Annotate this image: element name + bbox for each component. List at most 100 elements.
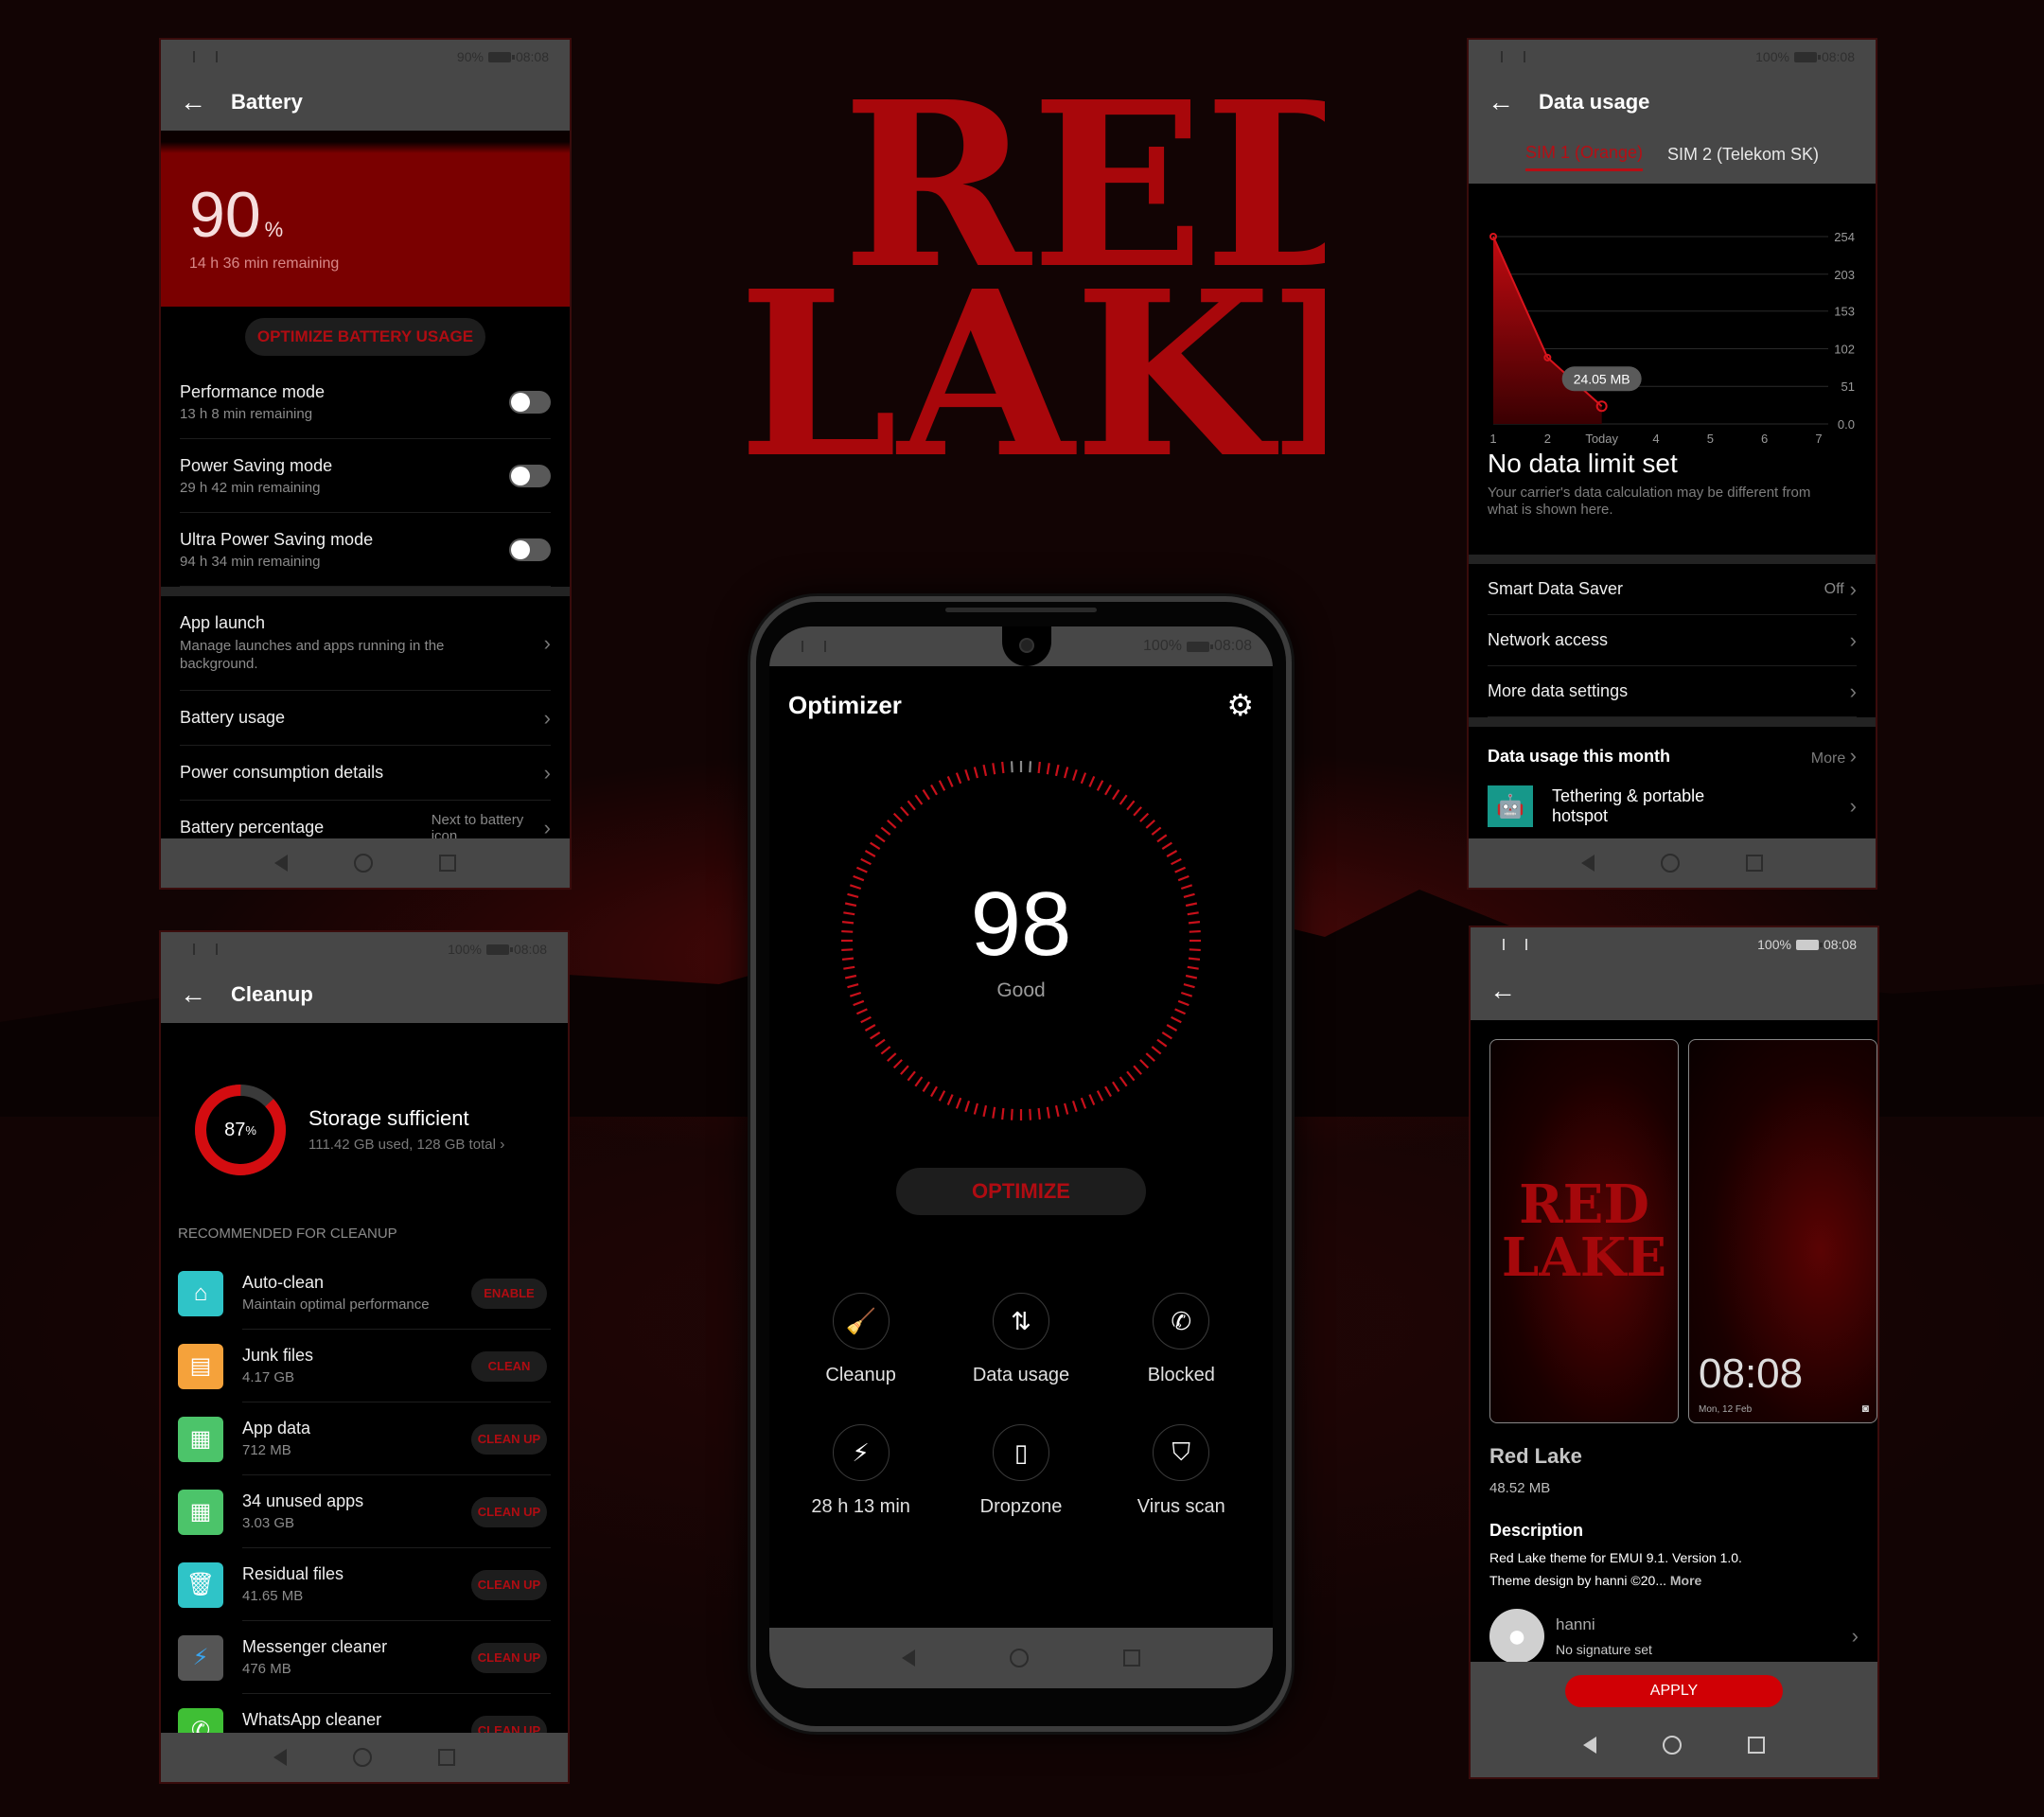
battery-remaining: 14 h 36 min remaining	[189, 256, 340, 272]
cleanup-action-button[interactable]: CLEAN UP	[471, 1569, 547, 1600]
setting-row[interactable]: Battery usage ›	[180, 691, 551, 746]
mode-row[interactable]: Performance mode 13 h 8 min remaining	[180, 365, 551, 439]
nav-recents-icon[interactable]	[438, 1749, 455, 1766]
nav-home-icon[interactable]	[1010, 1649, 1029, 1667]
phone-speaker	[945, 608, 1097, 612]
tool-tile[interactable]: ⛉ Virus scan	[1105, 1424, 1257, 1518]
nav-home-icon[interactable]	[1661, 854, 1680, 873]
nav-home-icon[interactable]	[1663, 1736, 1682, 1755]
author-row[interactable]: ● hanni No signature set ›	[1471, 1609, 1877, 1664]
nav-back-icon[interactable]	[1581, 855, 1595, 872]
data-setting-value: Off	[1824, 580, 1844, 597]
android-icon: 🤖	[1488, 785, 1533, 827]
tool-tile[interactable]: ⚡ 28 h 13 min	[785, 1424, 937, 1518]
mode-toggle[interactable]	[509, 538, 551, 561]
nav-home-icon[interactable]	[354, 854, 373, 873]
x-tick-label: 5	[1707, 432, 1714, 446]
nav-back-icon[interactable]	[273, 1749, 287, 1766]
preview-logo-2: LAKE	[1501, 1226, 1667, 1289]
broom-icon: ⌂	[178, 1270, 223, 1316]
battery-icon	[1186, 641, 1213, 652]
nav-bar	[1469, 838, 1876, 888]
data-setting-row[interactable]: Smart Data Saver Off ›	[1488, 564, 1857, 615]
setting-sub: Manage launches and apps running in the …	[180, 637, 445, 673]
tool-tile[interactable]: ✆ Blocked	[1105, 1293, 1257, 1386]
cleanup-item[interactable]: ▤ Junk files 4.17 GB CLEAN	[161, 1330, 568, 1402]
tool-tile[interactable]: 🧹 Cleanup	[785, 1293, 937, 1386]
month-usage-header[interactable]: Data usage this month More ›	[1469, 727, 1876, 785]
page-title: Optimizer	[788, 690, 902, 719]
logo-line-2: LAKE	[738, 241, 1325, 483]
description-more-link[interactable]: More	[1670, 1573, 1701, 1588]
trash-icon: 🗑	[178, 1561, 223, 1608]
mode-toggle[interactable]	[509, 464, 551, 487]
optimize-button[interactable]: OPTIMIZE	[896, 1168, 1146, 1215]
storage-summary[interactable]: Storage sufficient 111.42 GB used, 128 G…	[308, 1106, 504, 1154]
setting-label: Power consumption details	[180, 763, 384, 782]
mode-row[interactable]: Ultra Power Saving mode 94 h 34 min remai…	[180, 513, 551, 587]
signal-icon	[1489, 51, 1525, 62]
mode-label: Power Saving mode	[180, 455, 333, 475]
data-setting-row[interactable]: Network access ›	[1488, 615, 1857, 666]
battery-level: 90	[189, 179, 261, 251]
page-title: Data usage	[1539, 90, 1650, 114]
apply-button[interactable]: APPLY	[1565, 1675, 1783, 1707]
tool-tile[interactable]: ▯ Dropzone	[945, 1424, 1097, 1518]
optimize-battery-button[interactable]: OPTIMIZE BATTERY USAGE	[245, 318, 485, 356]
data-arrows-icon: ⇅	[992, 1293, 1049, 1350]
nav-home-icon[interactable]	[353, 1748, 372, 1767]
back-arrow-icon[interactable]: ←	[1489, 978, 1516, 1004]
setting-row[interactable]: App launch Manage launches and apps runni…	[180, 596, 551, 691]
battery-hero: 90% 14 h 36 min remaining	[161, 131, 570, 307]
back-arrow-icon[interactable]: ←	[180, 89, 206, 115]
chevron-right-icon: ›	[1849, 679, 1857, 703]
cleanup-item[interactable]: ⌂ Auto-clean Maintain optimal performance E…	[161, 1257, 568, 1330]
battery-status: 90%	[456, 49, 484, 64]
cleanup-action-button[interactable]: CLEAN UP	[471, 1423, 547, 1455]
nav-recents-icon[interactable]	[1123, 1649, 1140, 1667]
status-bar: 90% 08:08	[161, 40, 570, 74]
lockscreen-preview[interactable]: 08:08 Mon, 12 Feb ◙	[1688, 1039, 1877, 1423]
signal-icon	[790, 641, 826, 652]
setting-row[interactable]: Power consumption details ›	[180, 746, 551, 801]
clock: 08:08	[1821, 49, 1855, 64]
nav-back-icon[interactable]	[274, 855, 288, 872]
tethering-row[interactable]: 🤖 Tethering & portable hotspot ›	[1469, 785, 1876, 827]
cleanup-item[interactable]: ▦ App data 712 MB CLEAN UP	[161, 1402, 568, 1475]
tool-label: Blocked	[1147, 1365, 1215, 1385]
cleanup-item[interactable]: ⚡ Messenger cleaner 476 MB CLEAN UP	[161, 1621, 568, 1694]
tool-tile[interactable]: ⇅ Data usage	[945, 1293, 1097, 1386]
tool-label: 28 h 13 min	[811, 1496, 910, 1517]
mode-toggle[interactable]	[509, 390, 551, 414]
nav-recents-icon[interactable]	[1748, 1737, 1765, 1754]
x-tick-label: Today	[1585, 432, 1618, 446]
settings-gear-icon[interactable]: ⚙	[1226, 687, 1254, 723]
data-setting-row[interactable]: More data settings ›	[1488, 666, 1857, 717]
cleanup-action-button[interactable]: CLEAN UP	[471, 1496, 547, 1527]
nav-recents-icon[interactable]	[439, 855, 456, 872]
score-label: Good	[996, 979, 1046, 1001]
back-arrow-icon[interactable]: ←	[180, 981, 206, 1008]
section-divider	[1469, 717, 1876, 727]
cleanup-item[interactable]: 🗑 Residual files 41.65 MB CLEAN UP	[161, 1548, 568, 1621]
tab-sim-2[interactable]: SIM 2 (Telekom SK)	[1667, 145, 1819, 170]
back-arrow-icon[interactable]: ←	[1488, 89, 1514, 115]
nav-back-icon[interactable]	[1583, 1737, 1596, 1754]
mode-row[interactable]: Power Saving mode 29 h 42 min remaining	[180, 439, 551, 513]
cleanup-action-button[interactable]: CLEAN UP	[471, 1642, 547, 1673]
x-tick-label: 1	[1489, 432, 1496, 446]
nav-recents-icon[interactable]	[1746, 855, 1763, 872]
dropzone-icon: ▯	[992, 1424, 1049, 1481]
virus-scan-icon: ⛉	[1153, 1424, 1210, 1481]
limit-sub: Your carrier's data calculation may be d…	[1488, 485, 1811, 518]
storage-title: Storage sufficient	[308, 1106, 469, 1130]
home-preview[interactable]: RED LAKE	[1489, 1039, 1679, 1423]
tab-sim-1[interactable]: SIM 1 (Orange)	[1524, 143, 1643, 171]
setting-label: Battery percentage	[180, 818, 325, 837]
red-lake-logo: RED LAKE	[738, 52, 1325, 483]
author-signature: No signature set	[1556, 1642, 1652, 1657]
cleanup-item[interactable]: ▦ 34 unused apps 3.03 GB CLEAN UP	[161, 1475, 568, 1548]
nav-back-icon[interactable]	[902, 1649, 915, 1667]
cleanup-action-button[interactable]: ENABLE	[471, 1278, 547, 1309]
cleanup-action-button[interactable]: CLEAN	[471, 1350, 547, 1382]
